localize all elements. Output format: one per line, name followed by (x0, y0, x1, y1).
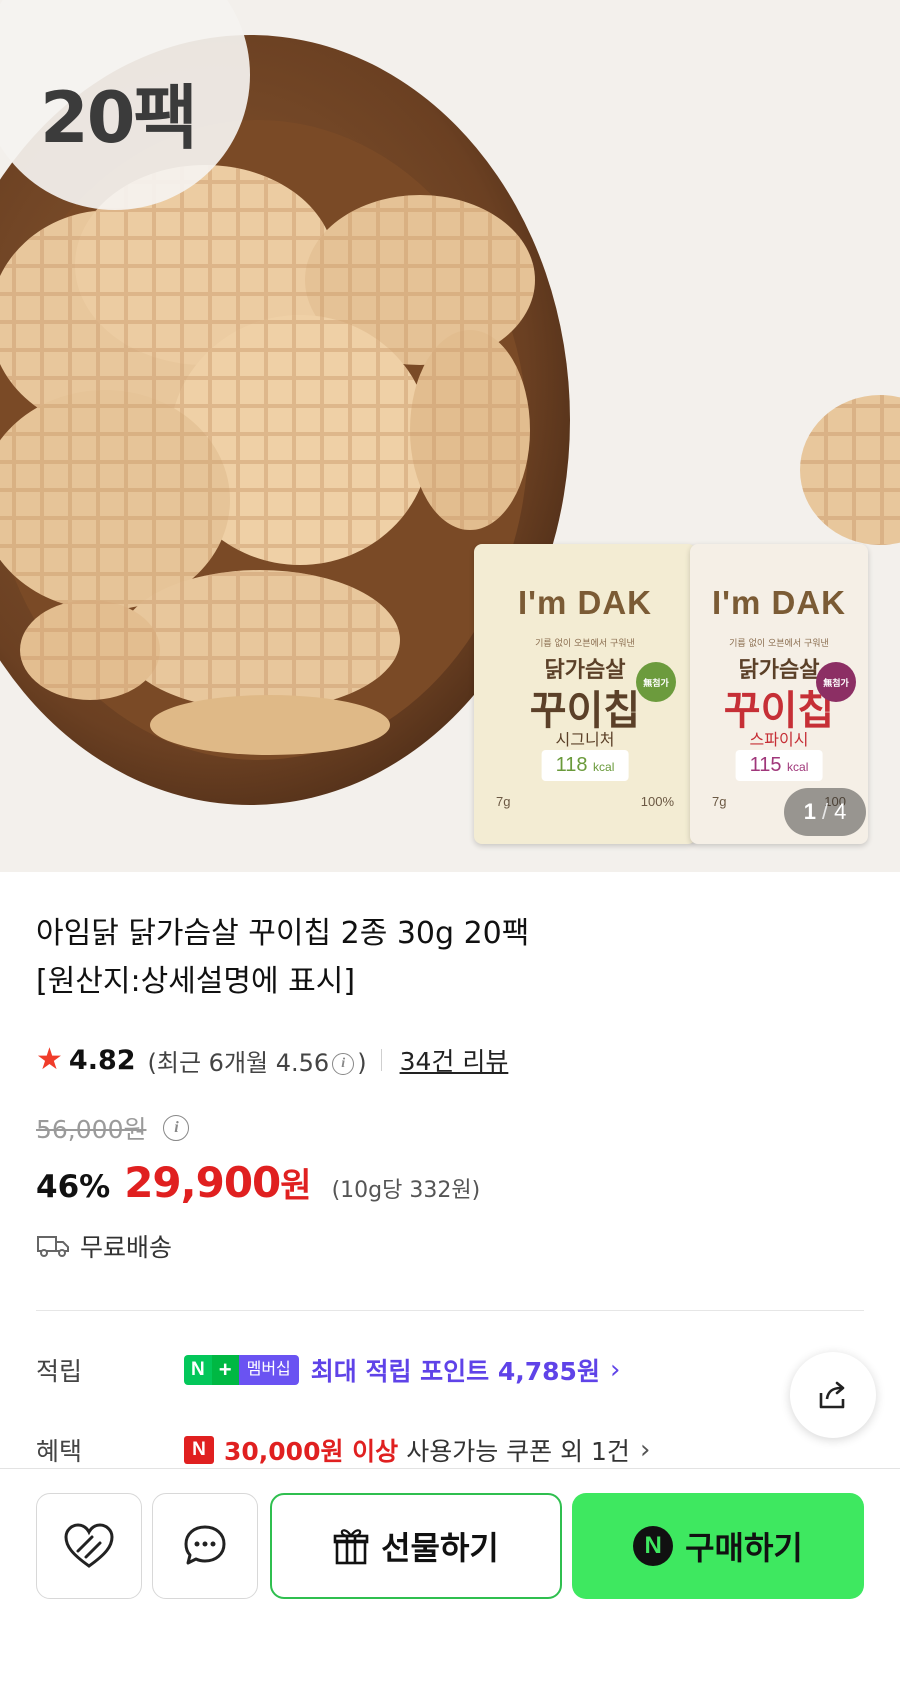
points-label: 적립 (36, 1357, 83, 1386)
section-divider (36, 1310, 864, 1311)
pack-tagline: 기름 없이 오븐에서 구워낸 (729, 639, 829, 649)
price-currency: 원 (280, 1166, 312, 1206)
naver-pay-icon: N (633, 1526, 674, 1566)
heart-icon (64, 1523, 114, 1568)
pack-facts: 7g 100% (496, 794, 674, 809)
pack-brand: I'm DAK (517, 584, 653, 621)
benefit-label: 혜택 (36, 1437, 83, 1466)
pack-flavor: 스파이시 (749, 730, 809, 749)
price-row: 46% 29,900 원 (10g당 332원) (36, 1158, 480, 1207)
product-title: 아임닭 닭가슴살 꾸이칩 2종 30g 20팩 [원산지:상세설명에 표시] (36, 910, 856, 1006)
like-button[interactable] (36, 1493, 142, 1599)
pack-kcal: 118 kcal (541, 750, 629, 781)
pack-tagline: 기름 없이 오븐에서 구워낸 (535, 639, 635, 649)
truck-icon (37, 1236, 69, 1257)
points-row[interactable]: 적립 N + 멤버십 최대 적립 포인트 4,785원 › (36, 1350, 620, 1390)
buy-button[interactable]: N 구매하기 (572, 1493, 864, 1599)
share-button[interactable] (790, 1352, 876, 1438)
pack-count-text: 20팩 (40, 77, 198, 159)
review-count-link[interactable]: 34건 리뷰 (400, 1042, 509, 1078)
share-icon (819, 1381, 845, 1409)
product-pack-signature: I'm DAK 기름 없이 오븐에서 구워낸 닭가슴살 꾸이칩 시그니처 無첨가… (474, 544, 696, 844)
unit-price: (10g당 332원) (331, 1178, 481, 1203)
product-title-line1: 아임닭 닭가슴살 꾸이칩 2종 30g 20팩 (36, 916, 530, 951)
product-title-line2: [원산지:상세설명에 표시] (36, 964, 356, 999)
info-icon[interactable]: i (332, 1052, 355, 1075)
chevron-right-icon: › (609, 1355, 621, 1385)
talk-button[interactable] (152, 1493, 258, 1599)
slide-total: 4 (834, 799, 847, 824)
chat-bubble-icon (184, 1525, 226, 1565)
discount-rate: 46% (36, 1169, 111, 1205)
coupon-row[interactable]: 혜택 N 30,000원 이상 사용가능 쿠폰 외 1건 › (36, 1430, 650, 1470)
shipping-text: 무료배송 (80, 1233, 173, 1262)
original-price-row: 56,000원 i (36, 1110, 192, 1146)
star-icon: ★ (36, 1042, 63, 1077)
gift-label: 선물하기 (381, 1529, 499, 1567)
gift-button[interactable]: 선물하기 (270, 1493, 562, 1599)
pack-flavor: 시그니처 (555, 730, 615, 749)
product-image-carousel[interactable]: 20팩 I'm DAK 기름 없이 오븐에서 구워낸 닭가슴살 꾸이칩 시그니처… (0, 0, 900, 872)
pack-brand: I'm DAK (711, 584, 847, 621)
sale-price: 29,900 (124, 1158, 281, 1207)
bottom-action-bar: 선물하기 N 구매하기 (0, 1468, 900, 1697)
divider (380, 1049, 382, 1071)
pack-badge: 無첨가 (816, 662, 856, 702)
nplus-membership-badge: N + 멤버십 (184, 1355, 299, 1385)
max-points-text: 최대 적립 포인트 4,785원 (310, 1357, 600, 1386)
coupon-threshold: 30,000원 이상 (224, 1437, 399, 1466)
pack-badge: 無첨가 (636, 662, 676, 702)
pack-count-badge: 20팩 (0, 0, 258, 258)
recent-rating: (최근 6개월 4.56 i) (147, 1048, 367, 1077)
buy-label: 구매하기 (685, 1529, 803, 1567)
slide-current: 1 (803, 799, 816, 824)
original-price: 56,000원 (36, 1115, 147, 1144)
pack-kcal: 115 kcal (735, 750, 823, 781)
slide-counter: 1 / 4 (784, 788, 866, 836)
coupon-description: 사용가능 쿠폰 외 1건 (406, 1437, 630, 1466)
gift-icon (333, 1529, 369, 1565)
chevron-right-icon: › (639, 1435, 651, 1465)
naver-coupon-icon: N (184, 1436, 214, 1464)
shipping-row: 무료배송 (36, 1228, 172, 1264)
rating-value: 4.82 (68, 1044, 136, 1076)
price-info-icon[interactable]: i (163, 1115, 190, 1141)
rating-row: ★ 4.82 (최근 6개월 4.56 i) 34건 리뷰 (36, 1040, 508, 1080)
